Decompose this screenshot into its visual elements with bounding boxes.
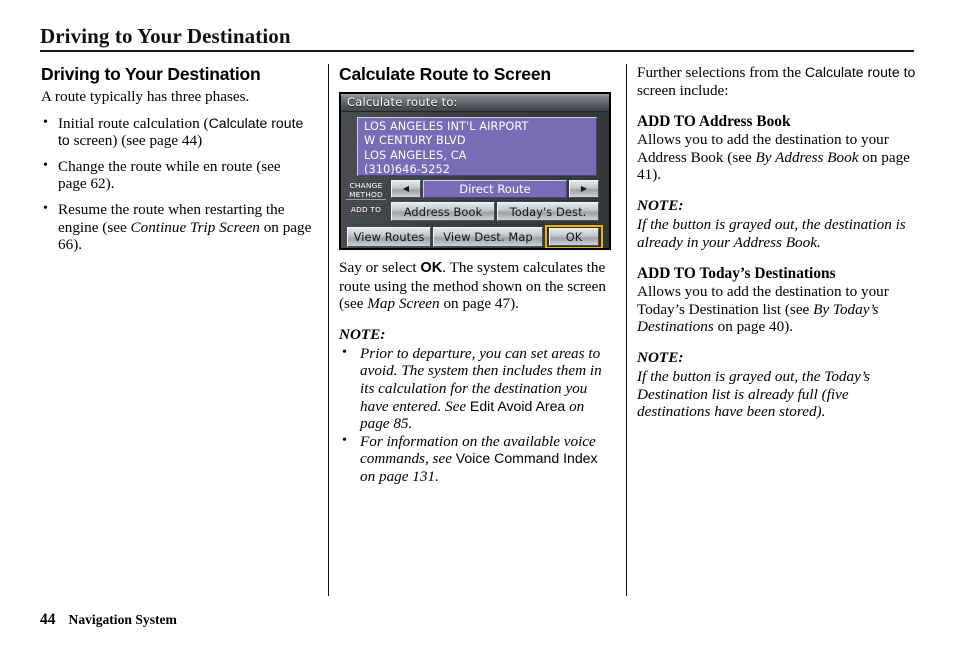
address-line: (310)646-5252: [364, 162, 451, 176]
address-line: W CENTURY BLVD: [364, 134, 466, 148]
route-method-value: Direct Route: [423, 180, 567, 198]
address-book-button[interactable]: Address Book: [391, 202, 495, 221]
note-text: If the button is grayed out, the Today’s…: [637, 367, 870, 421]
view-routes-button[interactable]: View Routes: [347, 227, 431, 247]
view-dest-map-button[interactable]: View Dest. Map: [433, 227, 543, 247]
triangle-left-icon: ◀: [402, 184, 410, 193]
column-divider-1: [328, 64, 330, 596]
column-3: Further selections from the Calculate ro…: [637, 64, 918, 421]
column-1: Driving to Your Destination A route typi…: [41, 64, 313, 262]
intro-paragraph: A route typically has three phases.: [41, 88, 250, 105]
ok-term: OK: [420, 260, 443, 276]
change-method-label: CHANGE METHOD: [349, 181, 383, 199]
cross-reference: By Address Book: [755, 148, 859, 166]
section-heading-calculate-route: Calculate Route to Screen: [339, 64, 551, 84]
next-method-button[interactable]: ▶: [569, 180, 599, 198]
todays-destinations-description: Allows you to add the destination to you…: [637, 283, 889, 336]
route-phases-list: Initial route calculation (Calculate rou…: [41, 114, 313, 254]
list-item: For information on the available voice c…: [339, 432, 614, 486]
list-item: Change the route while en route (see pag…: [41, 157, 313, 193]
ok-button-highlight: OK: [545, 225, 603, 248]
page-number: 44: [40, 611, 56, 628]
calculate-route-paragraph: Say or select OK. The system calculates …: [339, 259, 606, 313]
list-item: Initial route calculation (Calculate rou…: [41, 114, 313, 150]
note-heading: NOTE:: [339, 325, 386, 343]
previous-method-button[interactable]: ◀: [391, 180, 421, 198]
note-heading: NOTE:: [637, 348, 684, 366]
cross-reference: Continue Trip Screen: [130, 218, 260, 236]
destination-address-panel: LOS ANGELES INT'L AIRPORT W CENTURY BLVD…: [357, 117, 597, 176]
further-selections-paragraph: Further selections from the Calculate ro…: [637, 64, 916, 99]
title-divider-rule: [40, 50, 914, 53]
page-title: Driving to Your Destination: [40, 24, 291, 48]
address-book-description: Allows you to add the destination to you…: [637, 131, 910, 184]
manual-section-label: Navigation System: [68, 612, 177, 627]
ok-button[interactable]: OK: [549, 228, 599, 246]
navigation-screen-figure: Calculate route to: LOS ANGELES INT'L AI…: [339, 92, 611, 250]
cross-reference: Map Screen: [367, 295, 440, 313]
column-2: Calculate Route to Screen Calculate rout…: [339, 64, 614, 486]
section-heading-driving: Driving to Your Destination: [41, 64, 261, 84]
todays-dest-button[interactable]: Today's Dest.: [497, 202, 599, 221]
note-heading: NOTE:: [637, 196, 684, 214]
screen-term: Edit Avoid Area: [469, 397, 566, 414]
address-line: LOS ANGELES INT'L AIRPORT: [364, 120, 529, 133]
triangle-right-icon: ▶: [580, 184, 588, 193]
screen-term: Calculate route to: [804, 64, 916, 80]
nav-screen-title: Calculate route to:: [347, 95, 458, 109]
column-divider-2: [626, 64, 628, 596]
list-item: Resume the route when restarting the eng…: [41, 200, 313, 254]
subsection-heading-address-book: ADD TO Address Book: [637, 113, 791, 131]
manual-page: Driving to Your Destination Driving to Y…: [0, 0, 954, 652]
note-list: Prior to departure, you can set areas to…: [339, 344, 614, 486]
subsection-heading-todays-destinations: ADD TO Today’s Destinations: [637, 265, 836, 283]
list-item: Prior to departure, you can set areas to…: [339, 344, 614, 433]
label-divider: [346, 199, 386, 200]
address-line: LOS ANGELES, CA: [364, 148, 467, 162]
add-to-label: ADD TO: [350, 205, 382, 214]
note-text: If the button is grayed out, the destina…: [637, 215, 906, 251]
screen-term: Voice Command Index: [455, 450, 598, 467]
page-footer: 44 Navigation System: [40, 611, 177, 629]
